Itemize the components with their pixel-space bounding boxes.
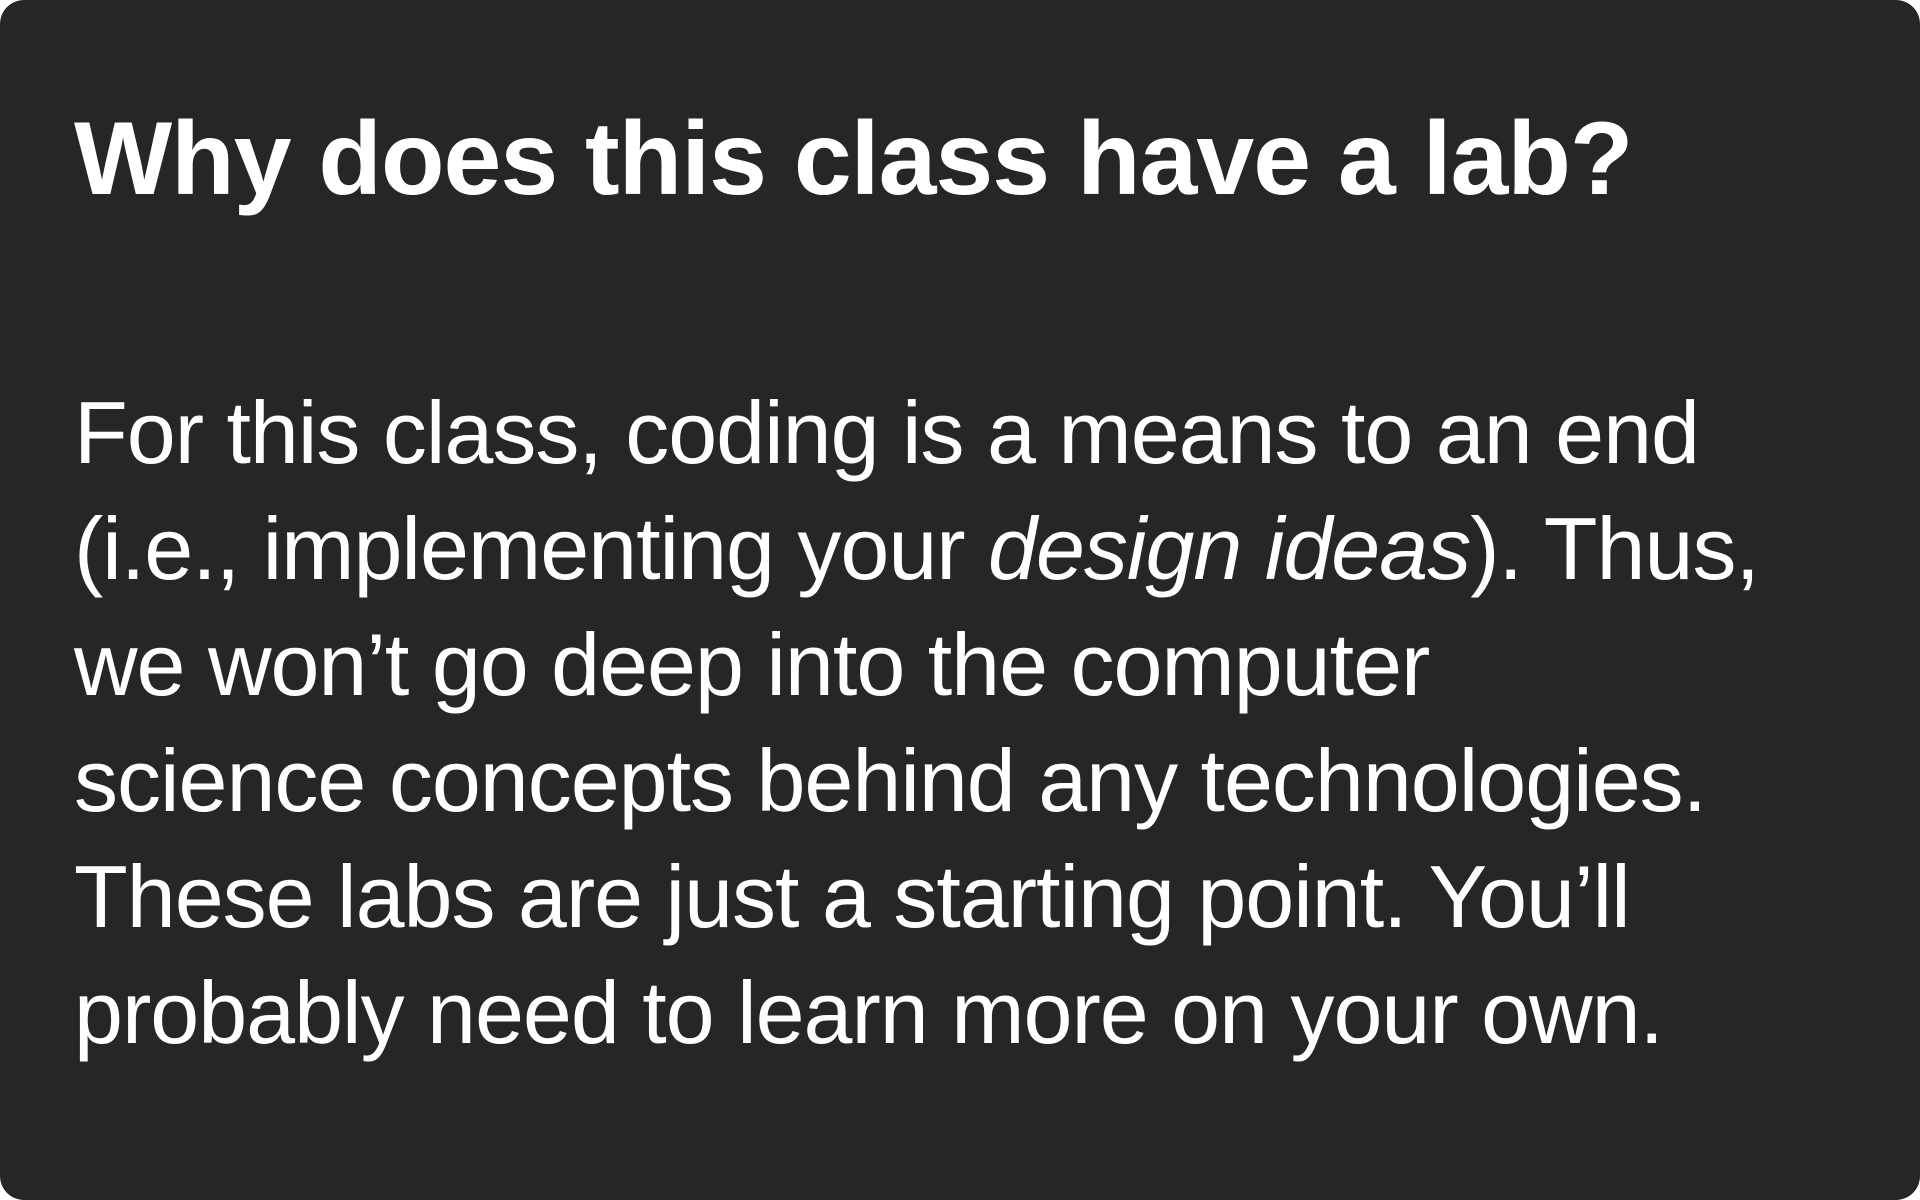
body-line-2: (i.e., implementing your design ideas). … (74, 491, 1874, 607)
body-line-1: For this class, coding is a means to an … (74, 383, 1700, 482)
slide-title: Why does this class have a lab? (74, 101, 1633, 217)
body-line-2-start: (i.e., implementing your (74, 499, 989, 598)
body-line-2-end: ). Thus, (1470, 499, 1760, 598)
body-line-6: probably need to learn more on your own. (74, 963, 1664, 1062)
slide-body-text: For this class, coding is a means to an … (74, 375, 1874, 1071)
presentation-slide: Why does this class have a lab? For this… (0, 0, 1920, 1200)
body-line-3: we won’t go deep into the computer (74, 615, 1430, 714)
body-line-5: These labs are just a starting point. Yo… (74, 847, 1631, 946)
emphasized-design-ideas: design ideas (988, 499, 1471, 598)
body-line-4: science concepts behind any technologies… (74, 731, 1707, 830)
